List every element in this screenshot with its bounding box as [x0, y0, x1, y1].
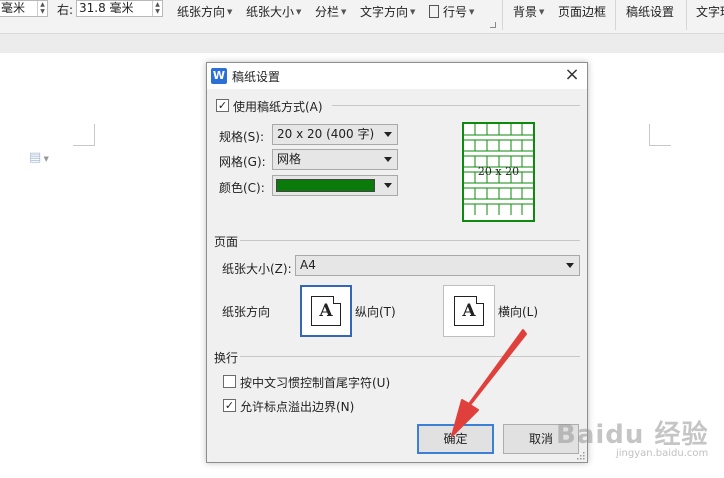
- dialog-title: 稿纸设置: [232, 70, 281, 84]
- paper-orientation-menu[interactable]: 纸张方向 ▼: [177, 3, 232, 20]
- landscape-option[interactable]: A: [443, 285, 495, 337]
- page-section-heading: 页面: [214, 235, 239, 249]
- dialog-launcher-icon[interactable]: [490, 22, 496, 28]
- spinner-arrows-icon[interactable]: ▲ ▼: [152, 1, 162, 16]
- section-divider: [332, 105, 580, 106]
- left-margin-spinner[interactable]: 毫米 ▲ ▼: [0, 0, 48, 17]
- caret-down-icon: ▼: [469, 8, 475, 16]
- use-draft-mode-label: 使用稿纸方式(A): [233, 100, 323, 114]
- dialog-title-bar[interactable]: W 稿纸设置 ×: [207, 63, 587, 89]
- spec-select[interactable]: 20 x 20 (400 字): [272, 124, 398, 145]
- watermark-url: jingyan.baidu.com: [616, 448, 709, 459]
- paper-orientation-label: 纸张方向: [177, 5, 226, 19]
- portrait-label: 纵向(T): [355, 305, 396, 319]
- chinese-control-checkbox[interactable]: [223, 375, 236, 388]
- ribbon-divider: [502, 0, 503, 30]
- line-break-section-heading: 换行: [214, 351, 239, 365]
- caret-down-icon: ▼: [296, 8, 302, 16]
- spec-value: 20 x 20 (400 字): [277, 127, 375, 141]
- paper-size-menu[interactable]: 纸张大小 ▼: [246, 3, 301, 20]
- caret-down-icon: ▼: [227, 8, 233, 16]
- paper-size-select[interactable]: A4: [295, 255, 580, 276]
- draft-paper-dialog: W 稿纸设置 × ✓ 使用稿纸方式(A) 规格(S): 20 x 20 (400…: [206, 62, 588, 463]
- orientation-label: 纸张方向: [222, 305, 271, 319]
- folded-corner-icon: [476, 296, 484, 304]
- paragraph-layout-icon[interactable]: ▤ ▼: [29, 150, 49, 165]
- close-icon[interactable]: ×: [557, 63, 587, 89]
- caret-down-icon: ▼: [341, 8, 347, 16]
- dropdown-arrow-icon: [384, 132, 392, 137]
- section-divider: [240, 356, 580, 357]
- landscape-label: 横向(L): [498, 305, 539, 319]
- folded-corner-icon: [333, 296, 341, 304]
- text-wrap-menu[interactable]: 文字环: [696, 3, 724, 20]
- right-margin-label: 右:: [57, 3, 74, 17]
- grid-preview: 20 x 20: [462, 122, 535, 222]
- dropdown-arrow-icon: [566, 263, 574, 268]
- allow-punct-overflow-label: 允许标点溢出边界(N): [240, 400, 355, 414]
- grid-value: 网格: [277, 152, 302, 166]
- draft-paper-settings-button[interactable]: 稿纸设置: [626, 3, 674, 20]
- grid-label: 网格(G):: [219, 155, 266, 169]
- background-menu[interactable]: 背景 ▼: [513, 3, 544, 20]
- paper-size-label: 纸张大小(Z):: [222, 262, 292, 276]
- text-direction-menu[interactable]: 文字方向 ▼: [360, 3, 415, 20]
- paper-size-value: A4: [300, 258, 316, 272]
- color-select[interactable]: [272, 175, 398, 196]
- line-numbers-icon: [429, 5, 439, 18]
- line-numbers-label: 行号: [443, 5, 468, 19]
- spinner-arrows-icon[interactable]: ▲ ▼: [37, 1, 47, 16]
- margin-corner-mark: [73, 124, 95, 146]
- color-label: 颜色(C):: [219, 181, 265, 195]
- right-margin-spinner[interactable]: 31.8 毫米 ▲ ▼: [76, 0, 163, 17]
- portrait-glyph: A: [319, 301, 333, 321]
- background-label: 背景: [513, 5, 538, 19]
- ribbon-divider: [686, 0, 687, 30]
- color-swatch: [276, 179, 375, 192]
- portrait-option[interactable]: A: [300, 285, 352, 337]
- caret-down-icon: ▼: [539, 8, 545, 16]
- portrait-page-icon: A: [311, 296, 341, 326]
- watermark-brand: Baidu 经验: [556, 420, 709, 450]
- columns-label: 分栏: [315, 5, 340, 19]
- grid-preview-label: 20 x 20: [477, 165, 520, 178]
- paper-size-label: 纸张大小: [246, 5, 295, 19]
- allow-punct-overflow-checkbox[interactable]: ✓: [223, 399, 236, 412]
- text-direction-label: 文字方向: [360, 5, 409, 19]
- landscape-page-icon: A: [454, 296, 484, 326]
- left-margin-unit: 毫米: [1, 1, 26, 15]
- right-margin-value: 31.8 毫米: [79, 1, 134, 15]
- ribbon-divider: [615, 0, 616, 30]
- caret-down-icon: ▼: [410, 8, 416, 16]
- page-border-button[interactable]: 页面边框: [558, 3, 606, 20]
- wps-app-icon: W: [211, 68, 227, 84]
- line-numbers-menu[interactable]: 行号 ▼: [429, 3, 474, 20]
- grid-select[interactable]: 网格: [272, 149, 398, 170]
- chinese-control-label: 按中文习惯控制首尾字符(U): [240, 376, 391, 390]
- columns-menu[interactable]: 分栏 ▼: [315, 3, 346, 20]
- ok-button[interactable]: 确定: [417, 424, 494, 454]
- use-draft-mode-checkbox[interactable]: ✓: [216, 99, 229, 112]
- spec-label: 规格(S):: [219, 130, 265, 144]
- margin-corner-mark: [649, 124, 671, 146]
- dropdown-arrow-icon: [384, 157, 392, 162]
- dropdown-arrow-icon: [384, 183, 392, 188]
- section-divider: [240, 240, 580, 241]
- resize-grip-icon[interactable]: [575, 450, 585, 460]
- ribbon-toolbar: 毫米 ▲ ▼ 右: 31.8 毫米 ▲ ▼ 纸张方向 ▼ 纸张大小 ▼ 分栏 ▼ 文字方向…: [0, 0, 724, 34]
- landscape-glyph: A: [462, 301, 476, 321]
